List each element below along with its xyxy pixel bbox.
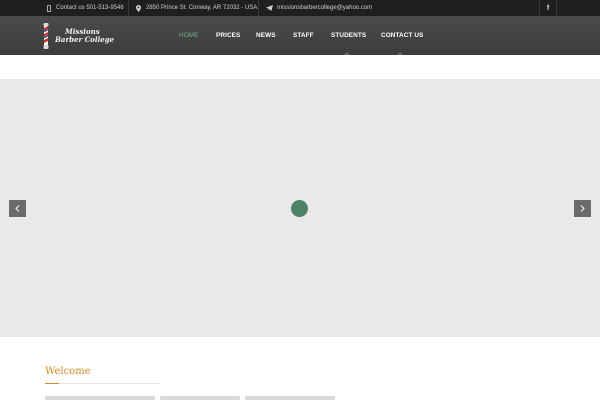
slider-loading-indicator xyxy=(291,200,308,217)
nav-home[interactable]: HOME xyxy=(179,16,199,55)
map-marker-icon xyxy=(135,4,142,13)
logo-line-2: Barber College xyxy=(55,35,114,44)
intro-text-line xyxy=(160,396,240,400)
contact-email-text: missionsbarbercollege@yahoo.com xyxy=(277,5,373,11)
contact-address: 2850 Prince St. Conway, AR 72032 - USA xyxy=(135,0,257,16)
contact-phone-text: Contact us 501-513-9546 xyxy=(56,5,124,11)
paper-plane-icon xyxy=(266,4,273,13)
site-header: Missions Barber College HOME PRICES NEWS… xyxy=(0,16,600,55)
slider-next-button[interactable] xyxy=(574,200,591,217)
site-logo[interactable]: Missions Barber College xyxy=(42,22,114,50)
nav-staff[interactable]: STAFF xyxy=(293,16,314,55)
barber-pole-icon xyxy=(43,23,49,49)
chevron-left-icon xyxy=(15,205,20,212)
header-spacer xyxy=(0,55,600,79)
hero-slider xyxy=(0,79,600,337)
nav-contact-us[interactable]: CONTACT US xyxy=(381,16,423,55)
slider-prev-button[interactable] xyxy=(9,200,26,217)
nav-students[interactable]: STUDENTS xyxy=(331,16,366,55)
logo-text: Missions Barber College xyxy=(55,28,114,44)
intro-text-line xyxy=(245,396,335,400)
facebook-icon: f xyxy=(546,4,550,12)
contact-email[interactable]: missionsbarbercollege@yahoo.com xyxy=(266,0,372,16)
top-contact-bar: Contact us 501-513-9546 2850 Prince St. … xyxy=(0,0,600,16)
contact-phone[interactable]: Contact us 501-513-9546 xyxy=(45,0,124,16)
chevron-right-icon xyxy=(580,205,585,212)
heading-underline-accent xyxy=(45,383,59,384)
mobile-phone-icon xyxy=(45,4,52,13)
nav-prices[interactable]: PRICES xyxy=(216,16,240,55)
heading-underline xyxy=(59,383,160,384)
welcome-heading: Welcome xyxy=(45,366,91,377)
contact-address-text: 2850 Prince St. Conway, AR 72032 - USA xyxy=(146,5,258,11)
facebook-link[interactable]: f xyxy=(544,0,552,16)
intro-text-line xyxy=(45,396,155,400)
nav-news[interactable]: NEWS xyxy=(256,16,276,55)
